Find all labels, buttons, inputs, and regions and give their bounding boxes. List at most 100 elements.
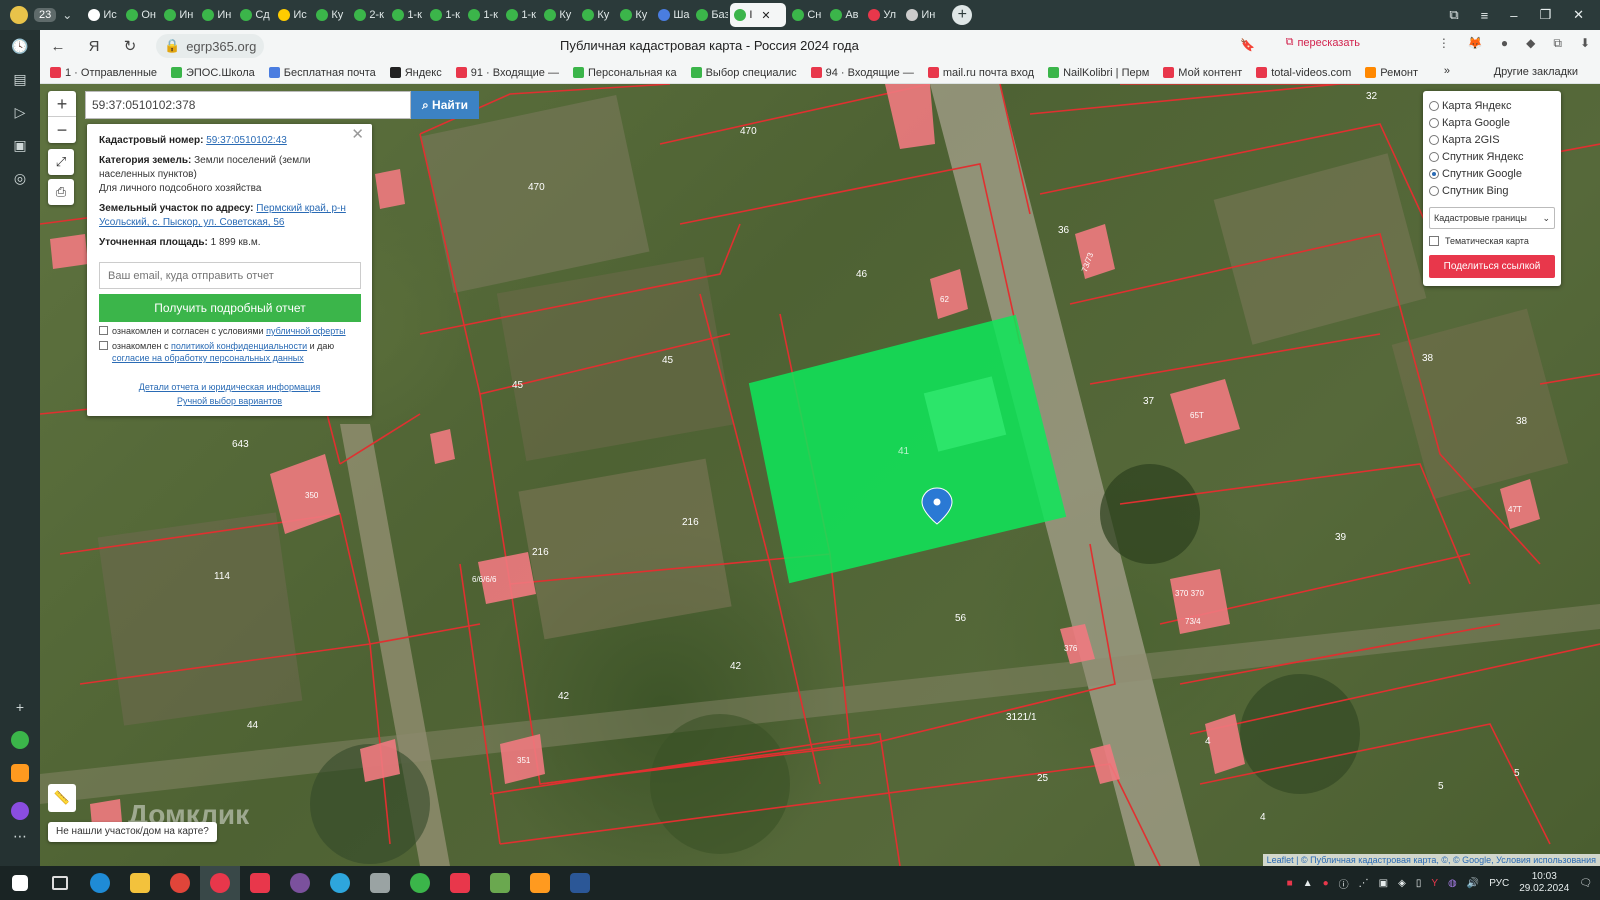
tray-anydesk-icon[interactable]: ■	[1287, 878, 1293, 889]
more-icon[interactable]: ⋮	[1438, 36, 1450, 51]
screenshot-icon[interactable]: ◎	[0, 162, 40, 195]
clock[interactable]: 10:03 29.02.2024	[1519, 871, 1569, 895]
bookmark-item[interactable]: Ремонт	[1365, 67, 1418, 79]
menu-icon[interactable]: ≡	[1481, 8, 1489, 23]
layer-radio[interactable]	[1429, 151, 1439, 162]
boundaries-select[interactable]: Кадастровые границы ⌄	[1429, 207, 1555, 229]
layer-option[interactable]: Спутник Google	[1429, 165, 1555, 182]
browser-tab[interactable]: Ку	[312, 3, 348, 27]
calculator-icon[interactable]	[360, 866, 400, 900]
cadastral-search-input[interactable]	[85, 91, 411, 119]
close-window-button[interactable]: ✕	[1573, 7, 1584, 23]
bookmark-item[interactable]: 1 · Отправленные	[50, 67, 157, 79]
browser-logo-icon[interactable]	[10, 6, 28, 24]
layer-radio[interactable]	[1429, 134, 1439, 145]
telegram-icon[interactable]	[320, 866, 360, 900]
share-link-button[interactable]: Поделиться ссылкой	[1429, 255, 1555, 278]
edge-icon[interactable]	[80, 866, 120, 900]
language-indicator[interactable]: РУС	[1489, 878, 1509, 889]
mail-icon[interactable]	[0, 756, 40, 789]
wifi-icon[interactable]: ⋰	[1359, 878, 1369, 889]
other-bookmarks[interactable]: Другие закладки	[1494, 66, 1578, 78]
thematic-map-toggle[interactable]: Тематическая карта	[1429, 236, 1555, 246]
zoom-out-button[interactable]: −	[48, 117, 76, 143]
video-icon[interactable]: ▷	[0, 96, 40, 129]
task-view-icon[interactable]	[40, 866, 80, 900]
layer-radio[interactable]	[1429, 100, 1439, 111]
retell-button[interactable]: ⧉ пересказать	[1286, 36, 1360, 49]
browser-tab[interactable]: Ис	[274, 3, 310, 27]
search-button[interactable]: ⌕ Найти	[411, 91, 479, 119]
browser-tab[interactable]: Он	[122, 3, 158, 27]
browser-tab[interactable]: Ис	[84, 3, 120, 27]
privacy-checkbox[interactable]	[99, 341, 108, 350]
browser-tab[interactable]: 1-к	[502, 3, 538, 27]
notifications-icon[interactable]: 🗨	[1579, 878, 1592, 889]
layer-radio[interactable]	[1429, 168, 1439, 179]
word-icon[interactable]	[560, 866, 600, 900]
browser-tab[interactable]: Ша	[654, 3, 690, 27]
help-bubble[interactable]: Не нашли участок/дом на карте?	[48, 822, 217, 842]
bookmark-icon[interactable]: 🔖	[1240, 38, 1255, 52]
chrome-icon[interactable]	[160, 866, 200, 900]
fullscreen-icon[interactable]: ⤢	[48, 149, 74, 175]
browser-tab[interactable]: Ку	[616, 3, 652, 27]
notes-icon[interactable]: ▤	[0, 63, 40, 96]
add-panel-icon[interactable]: +	[0, 690, 40, 723]
vpn-icon[interactable]: ◆	[1526, 36, 1535, 51]
consent-link[interactable]: согласие на обработку персональных данны…	[112, 353, 304, 363]
browser-tab[interactable]: Ку	[578, 3, 614, 27]
cadastral-map[interactable]: 41 470 470 46 45 45 643 216 216 114 42 4…	[40, 84, 1600, 866]
browser-tab[interactable]: Ин	[160, 3, 196, 27]
battery-icon[interactable]: ▯	[1416, 878, 1422, 889]
zoom-in-button[interactable]: +	[48, 91, 76, 117]
browser-tab[interactable]: Ул	[864, 3, 900, 27]
chevron-down-icon[interactable]: ⌄	[62, 8, 72, 22]
close-icon[interactable]: ✕	[351, 127, 364, 142]
thematic-checkbox[interactable]	[1429, 236, 1439, 246]
layer-option[interactable]: Карта 2GIS	[1429, 131, 1555, 148]
bookmark-item[interactable]: Бесплатная почта	[268, 67, 376, 79]
restore-button[interactable]: ❐	[1539, 7, 1551, 23]
vpn-icon[interactable]: ◈	[1398, 878, 1406, 889]
get-report-button[interactable]: Получить подробный отчет	[99, 294, 361, 322]
new-tab-button[interactable]: +	[952, 5, 973, 25]
whatsapp-icon[interactable]	[400, 866, 440, 900]
bookmark-item[interactable]: total-videos.com	[1256, 67, 1351, 79]
tab-counter-badge[interactable]: 23	[34, 8, 57, 22]
bookmark-item[interactable]: Персональная ка	[572, 67, 677, 79]
viber-icon[interactable]	[280, 866, 320, 900]
reload-icon[interactable]: ↻	[112, 37, 148, 55]
map-attribution[interactable]: Leaflet | © Публичная кадастровая карта,…	[1262, 854, 1600, 866]
minimize-button[interactable]: –	[1510, 8, 1517, 23]
bookmark-item[interactable]: ЭПОС.Школа	[170, 67, 255, 79]
print-icon[interactable]: ⎙	[48, 179, 74, 205]
manual-selection-link[interactable]: Ручной выбор вариантов	[177, 396, 282, 406]
extension-icon[interactable]: ●	[1501, 36, 1508, 51]
layer-option[interactable]: Спутник Bing	[1429, 182, 1555, 199]
ruler-icon[interactable]: 📏	[48, 784, 76, 812]
more-apps-icon[interactable]: ⋯	[0, 820, 40, 853]
collections-icon[interactable]: ⧉	[1449, 7, 1458, 23]
layer-option[interactable]: Карта Google	[1429, 114, 1555, 131]
bookmark-item[interactable]: NailKolibri | Перм	[1048, 67, 1149, 79]
downloads-icon[interactable]: ⬇	[1580, 36, 1590, 51]
browser-tab[interactable]: 1-к	[426, 3, 462, 27]
explorer-icon[interactable]	[120, 866, 160, 900]
browser-tab[interactable]: Баз	[692, 3, 728, 27]
bookmark-item[interactable]: mail.ru почта вход	[927, 67, 1034, 79]
browser-tab[interactable]: 1-к	[388, 3, 424, 27]
browser-tab[interactable]: Сн	[788, 3, 824, 27]
tray-info-icon[interactable]: ⓘ	[1339, 876, 1349, 891]
email-field[interactable]	[99, 262, 361, 289]
bookmark-item[interactable]: Яндекс	[389, 67, 442, 79]
browser-tab[interactable]: 2-к	[350, 3, 386, 27]
layer-option[interactable]: Спутник Яндекс	[1429, 148, 1555, 165]
browser-tab[interactable]: I ✕	[730, 3, 787, 27]
history-icon[interactable]: 🕓	[0, 30, 40, 63]
back-icon[interactable]: ←	[40, 38, 76, 55]
close-tab-icon[interactable]: ✕	[761, 9, 770, 22]
extensions-icon[interactable]: ⧉	[1553, 36, 1562, 51]
browser-tab[interactable]: Ав	[826, 3, 862, 27]
url-field[interactable]: 🔒 egrp365.org	[156, 34, 265, 58]
